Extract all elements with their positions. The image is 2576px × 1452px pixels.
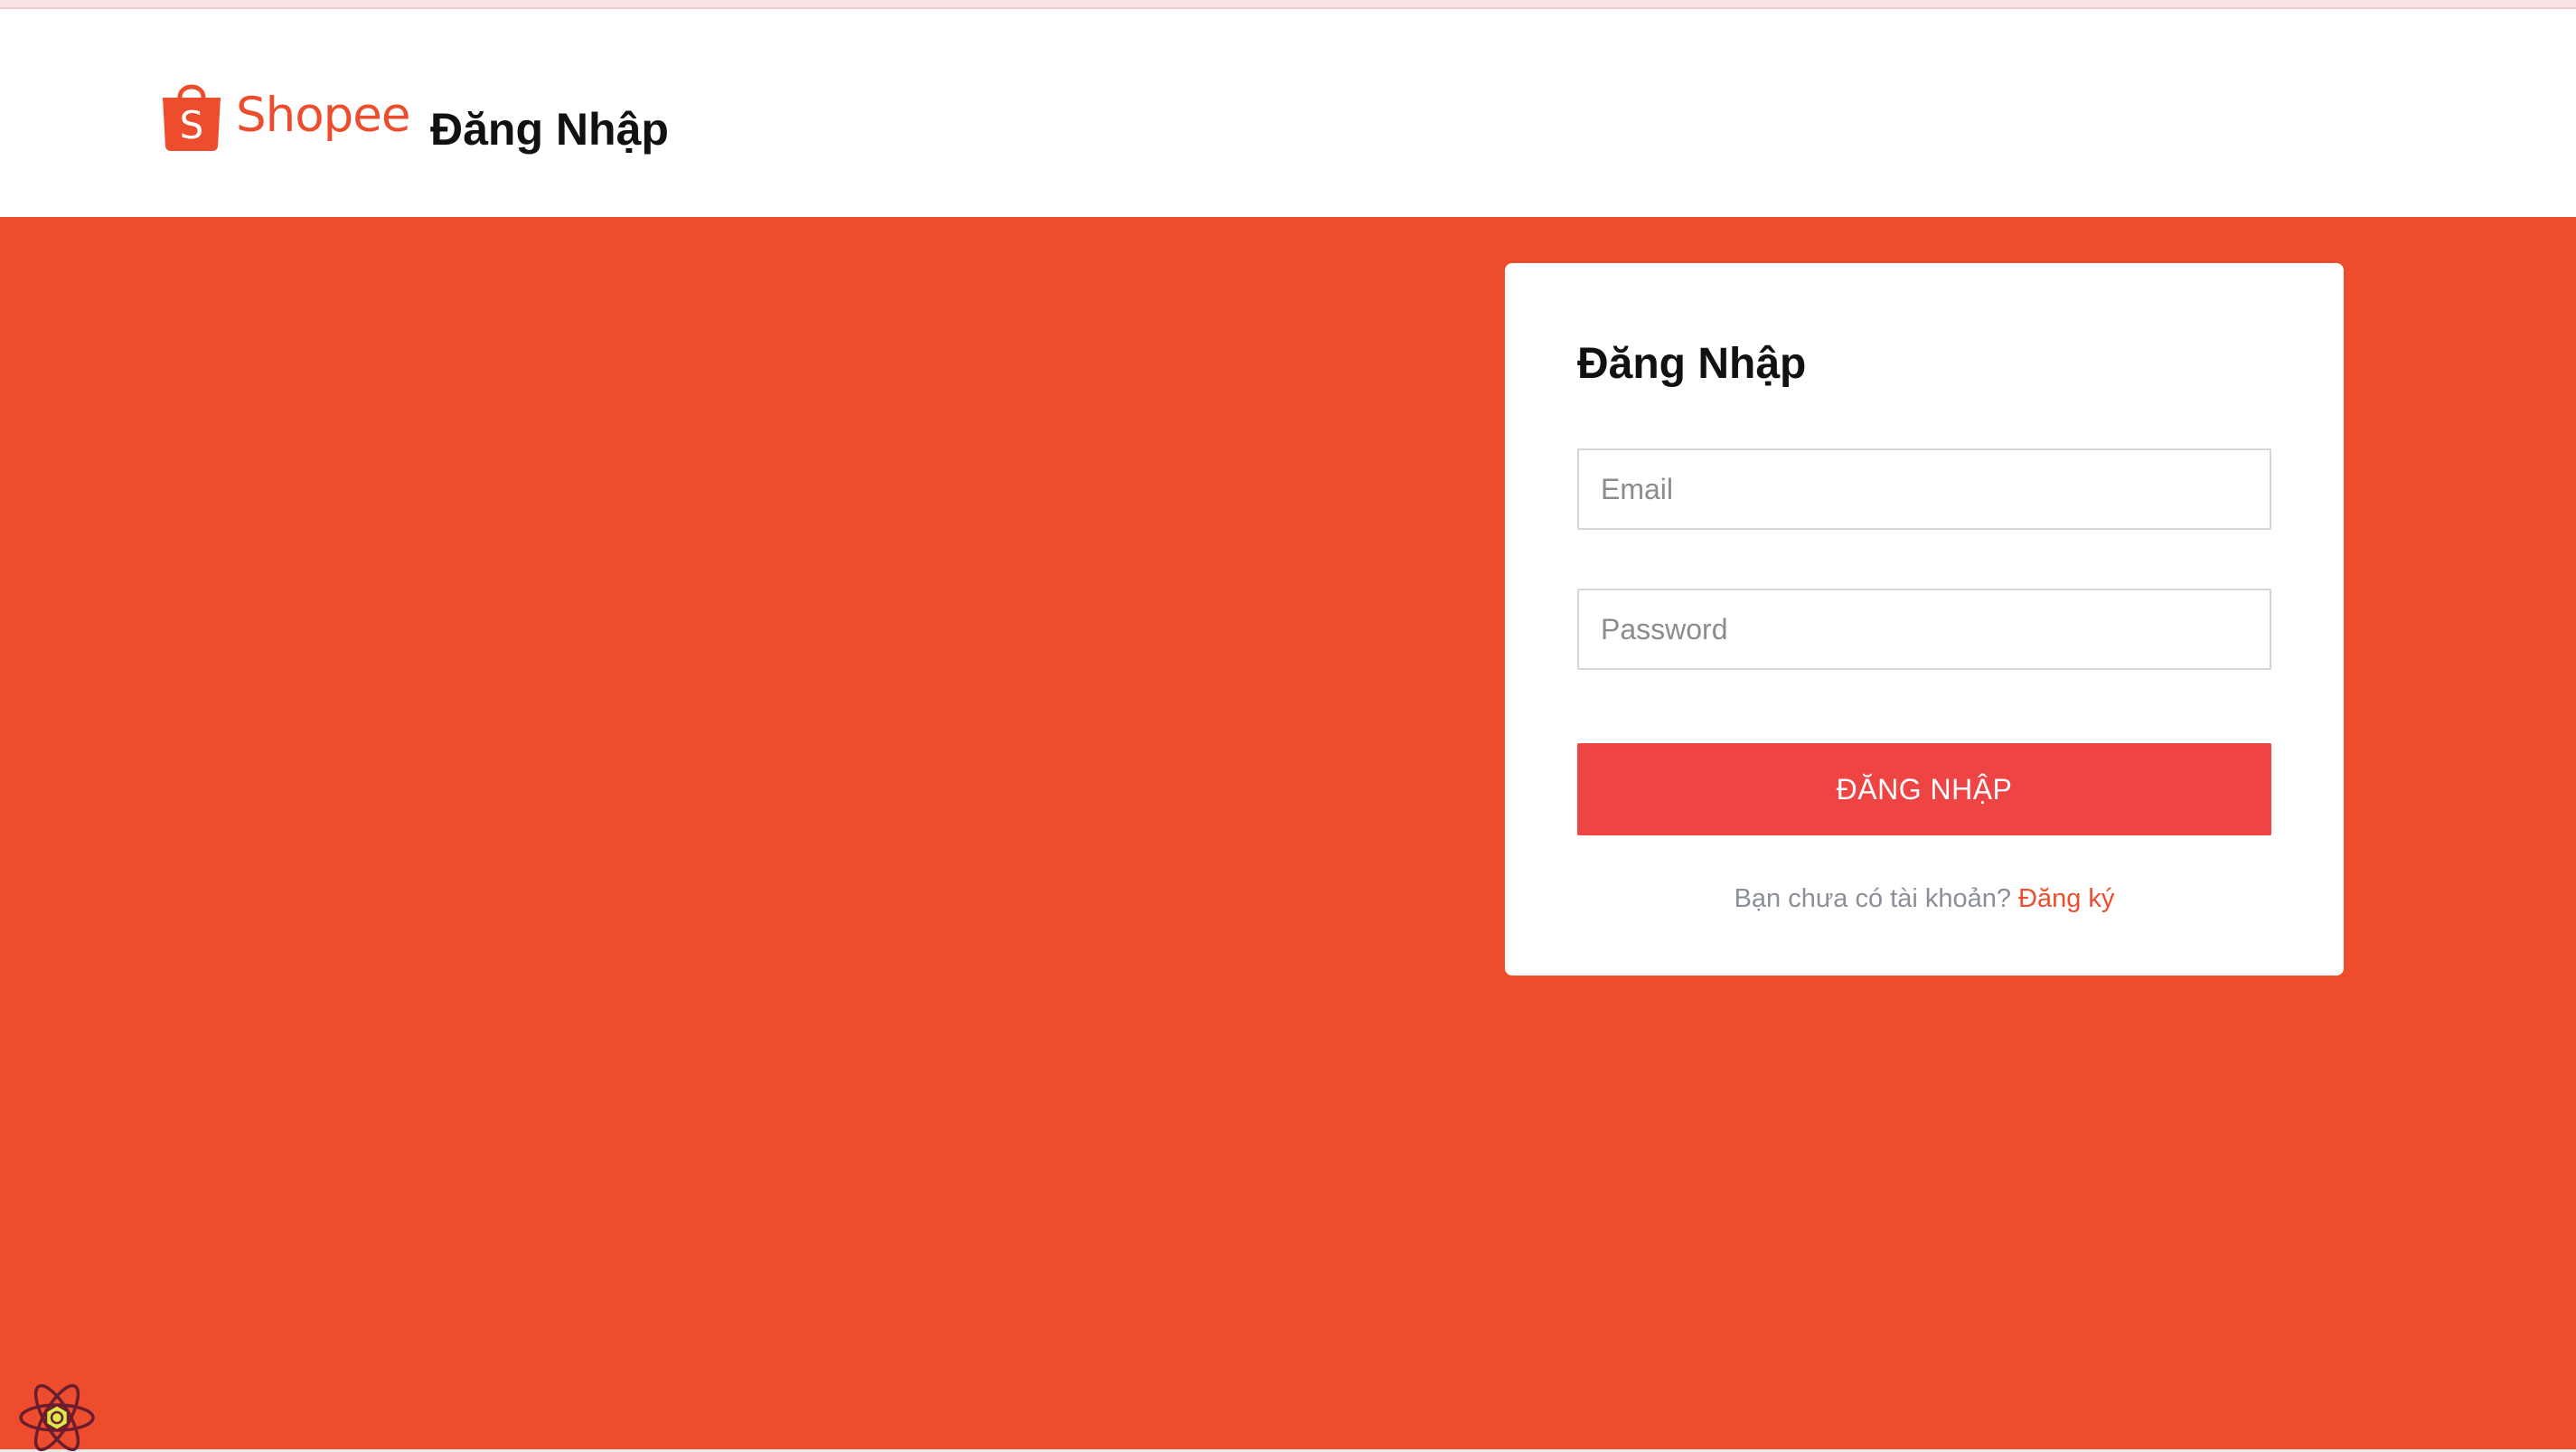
password-input[interactable] xyxy=(1577,589,2271,670)
register-link[interactable]: Đăng ký xyxy=(2018,884,2114,913)
shopee-logo[interactable]: S Shopee xyxy=(160,74,411,156)
brand-bag-letter: S xyxy=(180,103,204,147)
register-row: Bạn chưa có tài khoản? Đăng ký xyxy=(1505,886,2344,912)
email-input[interactable] xyxy=(1577,448,2271,530)
brand-name: Shopee xyxy=(236,87,411,143)
login-card: Đăng Nhập ĐĂNG NHẬP Bạn chưa có tài khoả… xyxy=(1505,263,2344,976)
register-prompt: Bạn chưa có tài khoản? xyxy=(1734,884,2011,913)
browser-top-strip xyxy=(0,0,2576,9)
shopping-bag-icon: S xyxy=(163,84,221,151)
react-atom-icon[interactable] xyxy=(18,1383,96,1452)
login-button[interactable]: ĐĂNG NHẬP xyxy=(1577,743,2271,835)
login-card-title: Đăng Nhập xyxy=(1577,340,1807,388)
site-header: S Shopee Đăng Nhập xyxy=(0,9,2576,217)
page-title: Đăng Nhập xyxy=(430,104,669,155)
